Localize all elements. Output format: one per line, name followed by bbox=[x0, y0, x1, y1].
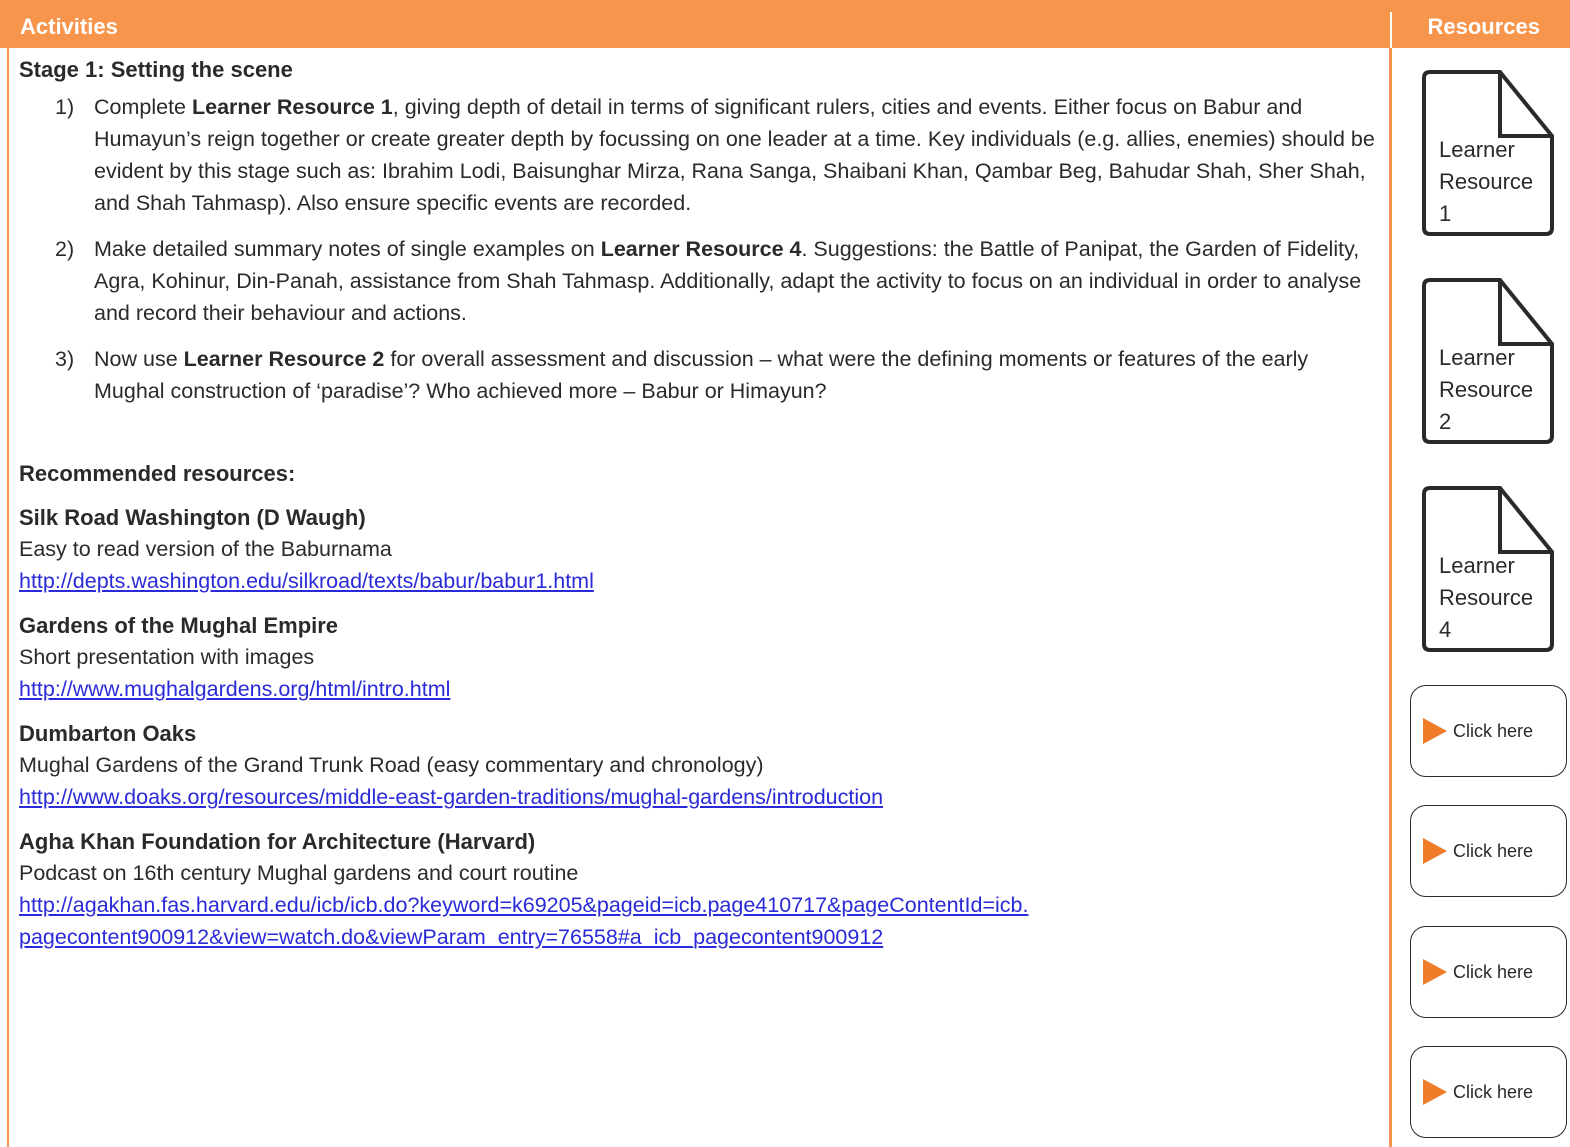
document-label: Learner Resource 4 bbox=[1439, 550, 1549, 646]
click-here-label: Click here bbox=[1453, 961, 1534, 982]
header-top-band bbox=[8, 0, 1570, 12]
play-icon bbox=[1423, 838, 1447, 864]
resource-description: Podcast on 16th century Mughal gardens a… bbox=[19, 861, 579, 885]
play-icon bbox=[1423, 959, 1447, 985]
header-divider bbox=[1390, 12, 1392, 48]
click-here-button[interactable]: Click here bbox=[1410, 926, 1567, 1018]
item-number: 3) bbox=[55, 347, 75, 371]
click-here-button[interactable]: Click here bbox=[1410, 1046, 1567, 1138]
item-text-bold: Learner Resource 2 bbox=[183, 347, 385, 371]
learner-resource-1-document[interactable]: Learner Resource 1 bbox=[1422, 70, 1554, 236]
left-border bbox=[7, 48, 9, 1147]
resource-title: Gardens of the Mughal Empire bbox=[19, 613, 339, 638]
label-line: Resource bbox=[1439, 169, 1534, 194]
item-number: 1) bbox=[55, 95, 75, 119]
activity-item: 1) Complete Learner Resource 1, giving d… bbox=[19, 91, 1379, 219]
activities-header: Activities bbox=[8, 12, 1382, 48]
item-text-pre: Now use bbox=[94, 347, 184, 371]
resource-link[interactable]: http://depts.washington.edu/silkroad/tex… bbox=[19, 565, 1379, 597]
activities-column: Stage 1: Setting the scene 1) Complete L… bbox=[19, 55, 1379, 953]
activity-item: 2) Make detailed summary notes of single… bbox=[19, 233, 1379, 329]
resource-description: Easy to read version of the Baburnama bbox=[19, 537, 392, 561]
click-here-label: Click here bbox=[1453, 720, 1534, 741]
resource-description: Mughal Gardens of the Grand Trunk Road (… bbox=[19, 753, 764, 777]
table-header: Activities Resources bbox=[0, 0, 1570, 48]
item-number: 2) bbox=[55, 237, 75, 261]
click-here-label: Click here bbox=[1453, 1081, 1534, 1102]
learner-resource-2-document[interactable]: Learner Resource 2 bbox=[1422, 278, 1554, 444]
label-line: 1 bbox=[1439, 201, 1452, 226]
label-line: 2 bbox=[1439, 409, 1452, 434]
label-line: Learner bbox=[1439, 553, 1515, 578]
column-divider bbox=[1389, 48, 1392, 1147]
label-line: Learner bbox=[1439, 137, 1515, 162]
resources-header: Resources bbox=[1427, 14, 1540, 39]
item-text-bold: Learner Resource 4 bbox=[600, 237, 802, 261]
play-icon bbox=[1423, 718, 1447, 744]
resource-title: Dumbarton Oaks bbox=[19, 721, 197, 746]
item-text-bold: Learner Resource 1 bbox=[192, 95, 393, 119]
recommended-title: Recommended resources: bbox=[19, 461, 296, 486]
resource-link-continued[interactable]: pagecontent900912&view=watch.do&viewPara… bbox=[19, 921, 1379, 953]
stage-title: Stage 1: Setting the scene bbox=[19, 57, 293, 82]
resource-link[interactable]: http://www.mughalgardens.org/html/intro.… bbox=[19, 673, 1379, 705]
resource-title: Silk Road Washington (D Waugh) bbox=[19, 505, 366, 530]
label-line: 4 bbox=[1439, 617, 1452, 642]
click-here-button[interactable]: Click here bbox=[1410, 685, 1567, 777]
resource-entry: Silk Road Washington (D Waugh) Easy to r… bbox=[19, 503, 1379, 597]
label-line: Learner bbox=[1439, 345, 1515, 370]
activity-item: 3) Now use Learner Resource 2 for overal… bbox=[19, 343, 1379, 407]
document-label: Learner Resource 2 bbox=[1439, 342, 1549, 438]
resource-entry: Dumbarton Oaks Mughal Gardens of the Gra… bbox=[19, 719, 1379, 813]
label-line: Resource bbox=[1439, 377, 1534, 402]
resource-entry: Gardens of the Mughal Empire Short prese… bbox=[19, 611, 1379, 705]
resource-description: Short presentation with images bbox=[19, 645, 315, 669]
item-text-pre: Complete bbox=[94, 95, 192, 119]
resource-entry: Agha Khan Foundation for Architecture (H… bbox=[19, 827, 1379, 953]
click-here-label: Click here bbox=[1453, 840, 1534, 861]
resource-link[interactable]: http://agakhan.fas.harvard.edu/icb/icb.d… bbox=[19, 889, 1379, 921]
play-icon bbox=[1423, 1079, 1447, 1105]
resource-link[interactable]: http://www.doaks.org/resources/middle-ea… bbox=[19, 781, 1379, 813]
activity-list: 1) Complete Learner Resource 1, giving d… bbox=[19, 91, 1379, 407]
item-text-pre: Make detailed summary notes of single ex… bbox=[94, 237, 601, 261]
learner-resource-4-document[interactable]: Learner Resource 4 bbox=[1422, 486, 1554, 652]
label-line: Resource bbox=[1439, 585, 1534, 610]
document-label: Learner Resource 1 bbox=[1439, 134, 1549, 230]
click-here-button[interactable]: Click here bbox=[1410, 805, 1567, 897]
resource-title: Agha Khan Foundation for Architecture (H… bbox=[19, 829, 536, 854]
